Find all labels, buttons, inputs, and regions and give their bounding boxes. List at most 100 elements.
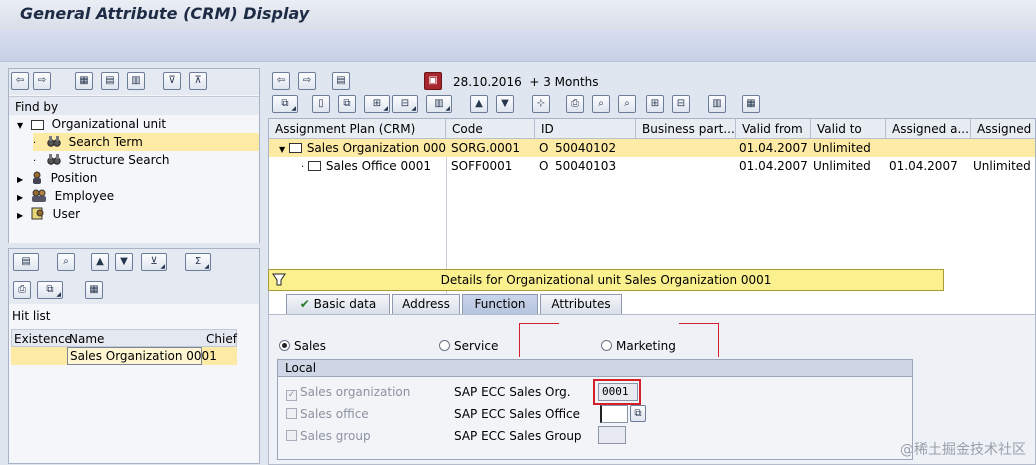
columns-icon[interactable]: ▥	[708, 95, 726, 113]
back-arrow-icon[interactable]: ⇦	[272, 72, 290, 90]
hierarchy-icon[interactable]: ⊹	[532, 95, 550, 113]
tree-node-user[interactable]: ▶ User	[17, 205, 217, 223]
overview-icon[interactable]: ▤	[332, 72, 350, 90]
tree-node-position[interactable]: ▶ Position	[17, 169, 217, 187]
grid-cell-id: 50040102	[555, 141, 617, 155]
expand-right-icon[interactable]: ▶	[17, 207, 27, 225]
select-all-icon[interactable]: ▦	[75, 72, 93, 90]
tree-node-org-unit[interactable]: ▼ Organizational unit	[17, 115, 257, 133]
col-chief[interactable]: Chief	[206, 332, 237, 346]
forward-arrow-icon[interactable]: ⇨	[298, 72, 316, 90]
value-help-icon[interactable]: ⧉	[630, 405, 646, 422]
move-down-icon[interactable]: ▼	[496, 95, 514, 113]
layout-grid-icon[interactable]: ▦	[742, 95, 760, 113]
find-next-icon[interactable]: ⌕	[618, 95, 636, 113]
calendar-icon[interactable]: ▣	[424, 72, 442, 90]
grid-row[interactable]: ▼ Sales Organization 0001 SORG.0001 O 50…	[269, 139, 1035, 157]
tab-address[interactable]: Address	[392, 294, 460, 314]
annotation-line	[519, 323, 520, 357]
tree-node-employee[interactable]: ▶ Employee	[17, 187, 217, 205]
col-assignment-plan[interactable]: Assignment Plan (CRM)	[269, 119, 446, 139]
vertical-splitter[interactable]	[260, 62, 268, 465]
grid-row[interactable]: · Sales Office 0001 SOFF0001 O 50040103 …	[269, 157, 1035, 175]
col-business-partner[interactable]: Business part...	[636, 119, 736, 139]
back-arrow-icon[interactable]: ⇦	[11, 72, 29, 90]
application-toolbar	[0, 30, 1036, 62]
hitlist-toolbar: ▤ ⌕ ▲ ▼ ⊻ ◢ Σ ◢ ⎙ ⧉ ◢ ▦	[9, 249, 259, 304]
find-icon[interactable]: ⌕	[57, 253, 75, 271]
field-sap-ecc-sales-office[interactable]	[600, 405, 628, 423]
expand-icon[interactable]: ⊽	[163, 72, 181, 90]
radio-service[interactable]: Service	[439, 339, 498, 353]
sort-ascending-icon[interactable]: ▲	[91, 253, 109, 271]
grid-header: Assignment Plan (CRM) Code ID Business p…	[269, 119, 1036, 139]
check-icon: ✔	[299, 297, 310, 311]
expand-down-icon[interactable]: ▼	[279, 145, 285, 154]
detail-tabs: ✔ Basic data Address Function Attributes	[268, 294, 1036, 314]
local-header: Local	[278, 360, 912, 377]
col-name[interactable]: Name	[69, 332, 104, 346]
export-icon[interactable]: ⧉ ◢	[37, 281, 63, 299]
checkbox-sales-office: Sales office	[286, 407, 369, 421]
grid-cell-valid-to: Unlimited	[813, 141, 871, 155]
details-icon[interactable]: ▤	[13, 253, 39, 271]
grid-cell-code: SOFF0001	[451, 159, 513, 173]
grid-cell-code: SORG.0001	[451, 141, 521, 155]
tree-label: Structure Search	[68, 153, 170, 167]
tab-attributes[interactable]: Attributes	[540, 294, 622, 314]
radio-marketing[interactable]: Marketing	[601, 339, 676, 353]
collapse-node-icon[interactable]: ⊟	[672, 95, 690, 113]
col-id[interactable]: ID	[535, 119, 636, 139]
watermark: @稀土掘金技术社区	[900, 442, 1026, 458]
tree-node-structure-search[interactable]: · Structure Search	[33, 151, 233, 169]
grid-cell-id-type: O	[539, 159, 549, 173]
col-existence[interactable]: Existence	[14, 332, 72, 346]
find-by-label: Find by	[9, 96, 259, 115]
move-up-icon[interactable]: ▲	[470, 95, 488, 113]
hitlist-name-cell[interactable]: Sales Organization 0001	[67, 347, 217, 365]
tree-node-search-term[interactable]: · Search Term	[33, 133, 259, 151]
find-icon[interactable]: ⌕	[592, 95, 610, 113]
tree-label: Search Term	[68, 135, 143, 149]
copy-icon[interactable]: ⧉	[338, 95, 356, 113]
layout-grid-icon[interactable]: ▦	[85, 281, 103, 299]
grid-cell-plan[interactable]: · Sales Office 0001	[297, 157, 447, 175]
col-assigned-as-of[interactable]: Assigned a...	[886, 119, 971, 139]
hitlist-row[interactable]: Sales Organization 0001	[11, 347, 237, 365]
radio-sales[interactable]: Sales	[279, 339, 326, 353]
print-icon[interactable]: ⎙	[13, 281, 31, 299]
tab-basic-data[interactable]: ✔ Basic data	[286, 294, 390, 314]
delete-icon[interactable]: ▥ ◢	[426, 95, 452, 113]
sum-icon[interactable]: Σ ◢	[185, 253, 211, 271]
tab-function[interactable]: Function	[462, 294, 538, 314]
org-unit-icon	[308, 161, 322, 171]
checkbox-sales-group: Sales group	[286, 429, 371, 443]
expand-node-icon[interactable]: ⊞	[646, 95, 664, 113]
checkbox-sales-organization: ✓ Sales organization	[286, 385, 411, 401]
tree-label: User	[52, 207, 81, 221]
label-sap-ecc-sales-group: SAP ECC Sales Group	[454, 429, 582, 443]
sort-descending-icon[interactable]: ▼	[115, 253, 133, 271]
layout-icon[interactable]: ▥	[127, 72, 145, 90]
collapse-icon[interactable]: ⊼	[189, 72, 207, 90]
forward-arrow-icon[interactable]: ⇨	[33, 72, 51, 90]
filter-icon[interactable]: ⊻ ◢	[141, 253, 167, 271]
expand-down-icon[interactable]: ▼	[17, 117, 27, 135]
col-code[interactable]: Code	[446, 119, 535, 139]
col-valid-from[interactable]: Valid from	[736, 119, 811, 139]
details-title: Details for Organizational unit Sales Or…	[440, 273, 772, 287]
col-assigned-until[interactable]: Assigned u	[971, 119, 1036, 139]
create-icon[interactable]: ⧉ ◢	[272, 95, 298, 113]
assign-icon[interactable]: ⊞ ◢	[364, 95, 390, 113]
new-document-icon[interactable]: ▯	[312, 95, 330, 113]
window-title: General Attribute (CRM) Display	[20, 4, 310, 23]
deselect-icon[interactable]: ▤	[101, 72, 119, 90]
detail-area: ⇦ ⇨ ▤ ▣ 28.10.2016 + 3 Months ⧉ ◢ ▯ ⧉ ⊞ ◢ …	[268, 68, 1036, 465]
col-valid-to[interactable]: Valid to	[811, 119, 886, 139]
move-icon[interactable]: ⊟ ◢	[392, 95, 418, 113]
org-unit-icon	[288, 143, 302, 153]
key-date: 28.10.2016 + 3 Months	[453, 75, 599, 89]
tree-label: Employee	[54, 189, 115, 203]
grid-cell-plan[interactable]: ▼ Sales Organization 0001	[275, 139, 447, 157]
print-icon[interactable]: ⎙	[566, 95, 584, 113]
